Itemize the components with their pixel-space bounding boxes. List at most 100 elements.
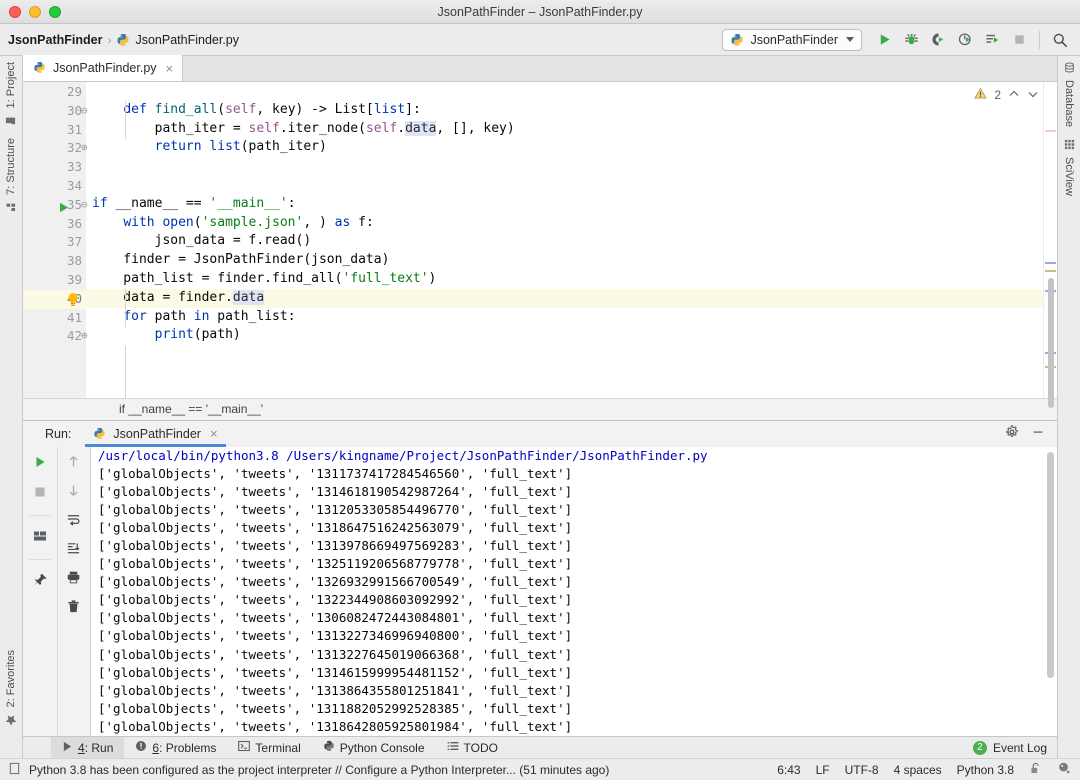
up-arrow-icon[interactable] — [66, 454, 81, 472]
gutter-line-number[interactable]: 29 — [23, 83, 86, 102]
sidebar-item-database[interactable]: Database — [1058, 56, 1080, 133]
close-icon[interactable]: × — [210, 427, 218, 440]
gutter-line-number[interactable]: 40 — [23, 290, 86, 309]
debug-icon[interactable] — [899, 27, 924, 53]
gutter-line-number[interactable]: 38 — [23, 252, 86, 271]
editor-tab-jsonpathfinder[interactable]: JsonPathFinder.py × — [23, 55, 183, 81]
unlocked-icon[interactable] — [1029, 762, 1042, 778]
main-toolbar: JsonPathFinder › JsonPathFinder.py JsonP… — [0, 24, 1080, 56]
gutter-line-number[interactable]: 35⊖ — [23, 196, 86, 215]
gear-icon[interactable] — [1005, 425, 1019, 442]
console-output-line: ['globalObjects', 'tweets', '13138643558… — [91, 682, 1057, 700]
indent-setting[interactable]: 4 spaces — [894, 763, 942, 777]
code-line[interactable] — [86, 157, 1043, 176]
sidebar-item-project[interactable]: 1: Project — [0, 56, 22, 132]
left-strip-spacer — [0, 219, 22, 643]
editor-breadcrumb[interactable]: if __name__ == '__main__' — [23, 398, 1057, 420]
sidebar-item-structure[interactable]: 7: Structure — [0, 132, 22, 219]
code-line[interactable] — [86, 176, 1043, 195]
search-icon[interactable] — [1047, 27, 1072, 53]
code-editor[interactable]: 2 2930⊖3132⊕333435⊖36373839404142⊕ def f… — [23, 82, 1057, 398]
interpreter-setting[interactable]: Python 3.8 — [957, 763, 1014, 777]
code-line[interactable]: return list(path_iter) — [86, 138, 1043, 157]
code-token: find_all — [147, 102, 217, 117]
code-token: data — [405, 121, 436, 136]
terminal-icon — [238, 740, 250, 755]
layout-icon[interactable] — [32, 528, 48, 547]
bottom-tab-4-run[interactable]: 4: Run — [51, 737, 124, 759]
bottom-tab-6-problems[interactable]: 6: Problems — [124, 737, 227, 759]
gutter-line-number[interactable]: 41 — [23, 309, 86, 328]
star-icon — [5, 711, 17, 726]
inspection-widget-icon[interactable] — [1057, 761, 1072, 779]
gutter-line-number[interactable]: 32⊕ — [23, 139, 86, 158]
run-configuration-selector[interactable]: JsonPathFinder — [722, 29, 862, 51]
event-log-area[interactable]: 2 Event Log — [973, 741, 1057, 755]
gutter-line-number[interactable]: 30⊖ — [23, 102, 86, 121]
status-message-area[interactable]: Python 3.8 has been configured as the pr… — [8, 762, 609, 778]
code-line[interactable]: path_iter = self.iter_node(self.data, []… — [86, 120, 1043, 139]
editor-scrollbar-thumb[interactable] — [1048, 278, 1054, 408]
code-token: __name__ == — [108, 196, 210, 211]
run-with-console-icon[interactable] — [980, 27, 1005, 53]
code-line[interactable]: with open('sample.json', ) as f: — [86, 214, 1043, 233]
run-console-output[interactable]: /usr/local/bin/python3.8 /Users/kingname… — [91, 447, 1057, 737]
gutter-line-number[interactable]: 36 — [23, 215, 86, 234]
code-line[interactable]: data = finder.data — [86, 289, 1043, 308]
run-icon[interactable] — [872, 27, 897, 53]
inspection-widget[interactable]: 2 — [974, 87, 1039, 103]
scroll-to-end-icon[interactable] — [66, 541, 81, 559]
code-token: 'sample.json' — [202, 215, 304, 230]
gutter-line-number[interactable]: 39 — [23, 271, 86, 290]
stop-icon[interactable] — [32, 484, 48, 503]
inspection-count: 2 — [994, 88, 1001, 102]
close-icon[interactable]: × — [166, 62, 174, 75]
run-tab-jsonpathfinder[interactable]: JsonPathFinder × — [85, 421, 225, 447]
chevron-up-icon[interactable] — [1008, 88, 1020, 103]
code-line[interactable]: path_list = finder.find_all('full_text') — [86, 270, 1043, 289]
status-indicators: 6:43 LF UTF-8 4 spaces Python 3.8 — [777, 761, 1072, 779]
code-line[interactable]: finder = JsonPathFinder(json_data) — [86, 251, 1043, 270]
gutter-line-number[interactable]: 31 — [23, 121, 86, 140]
code-line[interactable]: for path in path_list: — [86, 308, 1043, 327]
code-token: , [], key) — [436, 121, 514, 136]
code-line[interactable]: if __name__ == '__main__': — [86, 195, 1043, 214]
breadcrumb-file[interactable]: JsonPathFinder.py — [135, 33, 239, 47]
profile-icon[interactable] — [953, 27, 978, 53]
gutter-line-number[interactable]: 42⊕ — [23, 327, 86, 346]
console-scrollbar-thumb[interactable] — [1047, 452, 1054, 678]
pin-icon[interactable] — [32, 572, 48, 591]
sidebar-label-favorites: 2: Favorites — [5, 650, 17, 707]
code-line[interactable] — [86, 82, 1043, 101]
gutter-line-number[interactable]: 37 — [23, 233, 86, 252]
sidebar-item-sciview[interactable]: SciView — [1058, 133, 1080, 202]
line-separator[interactable]: LF — [816, 763, 830, 777]
minimize-icon[interactable] — [1031, 425, 1045, 442]
bottom-tab-terminal[interactable]: Terminal — [227, 737, 311, 759]
encoding[interactable]: UTF-8 — [845, 763, 879, 777]
event-log-badge: 2 — [973, 741, 987, 755]
code-line[interactable]: json_data = f.read() — [86, 232, 1043, 251]
code-line[interactable]: def find_all(self, key) -> List[list]: — [86, 101, 1043, 120]
code-line[interactable]: print(path) — [86, 326, 1043, 345]
code-content[interactable]: def find_all(self, key) -> List[list]: p… — [86, 82, 1043, 398]
caret-position[interactable]: 6:43 — [777, 763, 800, 777]
trash-icon[interactable] — [66, 599, 81, 617]
chevron-down-icon[interactable] — [1027, 88, 1039, 103]
gutter-line-number[interactable]: 34 — [23, 177, 86, 196]
print-icon[interactable] — [66, 570, 81, 588]
status-message[interactable]: Python 3.8 has been configured as the pr… — [29, 763, 609, 777]
soft-wrap-icon[interactable] — [66, 512, 81, 530]
editor-marker-rail[interactable] — [1043, 82, 1057, 398]
bottom-tab-python-console[interactable]: Python Console — [312, 737, 436, 759]
bottom-tab-todo[interactable]: TODO — [436, 737, 509, 759]
editor-tab-label: JsonPathFinder.py — [53, 61, 157, 75]
run-coverage-icon[interactable] — [926, 27, 951, 53]
sidebar-item-favorites[interactable]: 2: Favorites — [0, 644, 22, 732]
down-arrow-icon[interactable] — [66, 483, 81, 501]
editor-gutter[interactable]: 2930⊖3132⊕333435⊖36373839404142⊕ — [23, 82, 86, 398]
rerun-icon[interactable] — [32, 454, 48, 473]
breadcrumb-project[interactable]: JsonPathFinder — [8, 33, 102, 47]
gutter-line-number[interactable]: 33 — [23, 158, 86, 177]
stop-icon[interactable] — [1007, 27, 1032, 53]
